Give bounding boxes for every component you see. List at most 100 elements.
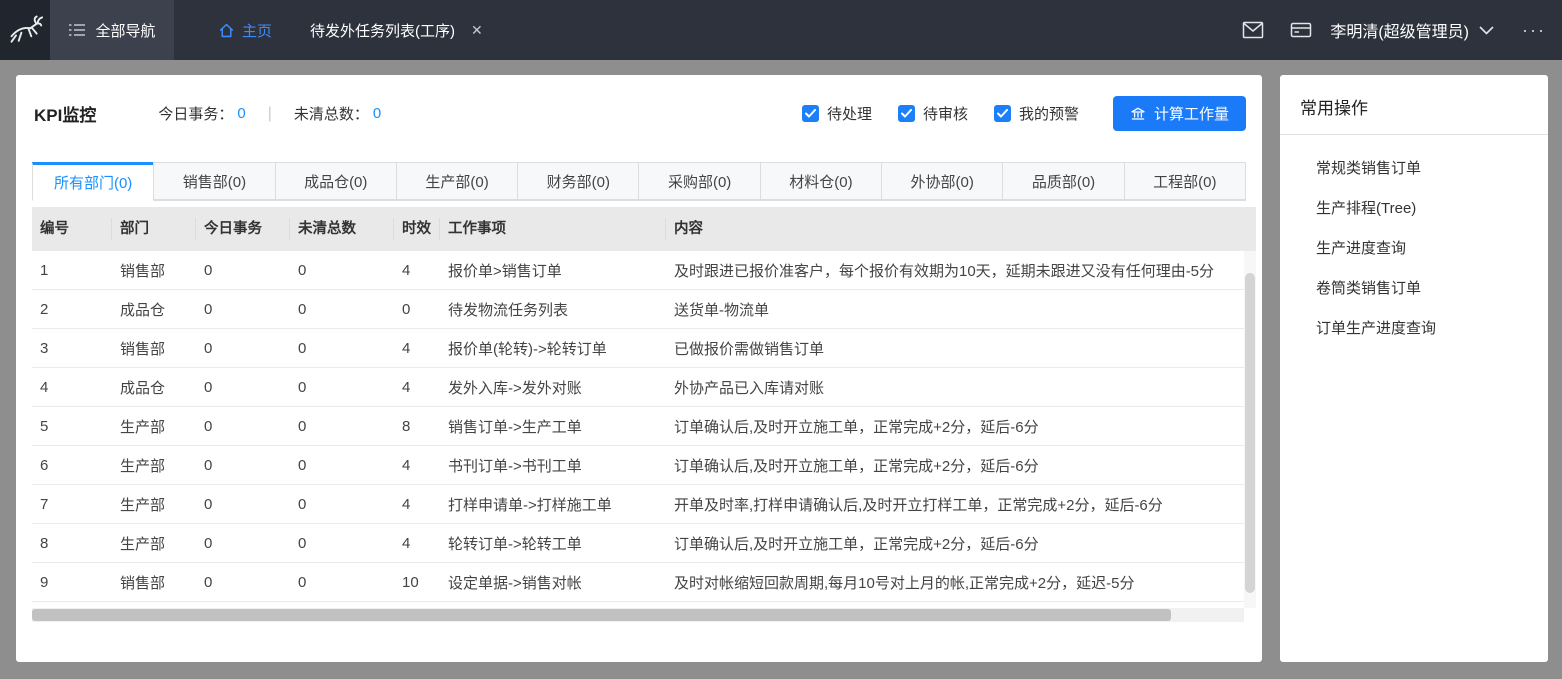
dept-tab-3[interactable]: 生产部(0) [396, 162, 518, 200]
cell: 销售订单->生产工单 [440, 416, 666, 437]
cell: 订单确认后,及时开立施工单，正常完成+2分，延后-6分 [666, 533, 1244, 554]
list-menu-icon [68, 22, 86, 38]
table-row-8[interactable]: 8生产部004轮转订单->轮转工单订单确认后,及时开立施工单，正常完成+2分，延… [32, 524, 1244, 563]
checkbox-checked-icon[interactable] [994, 105, 1011, 122]
topbar-right-group: 李明清(超级管理员) ··· [1236, 13, 1562, 47]
cell: 0 [196, 379, 290, 396]
cell: 及时跟进已报价准客户，每个报价有效期为10天，延期未跟进又没有任何理由-5分 [666, 260, 1244, 281]
kpi-filter-checkbox-1[interactable]: 待审核 [898, 103, 968, 124]
kpi-filter-label: 我的预警 [1019, 103, 1079, 124]
deer-logo-icon [7, 15, 43, 45]
mail-icon [1242, 21, 1264, 39]
column-header-3: 未清总数 [290, 218, 394, 240]
cell: 设定单据->销售对帐 [440, 572, 666, 593]
pending-total-value: 0 [373, 105, 381, 122]
table-horizontal-scrollbar[interactable] [32, 608, 1244, 622]
home-icon [218, 22, 235, 39]
cell: 2 [32, 301, 112, 318]
tab-pending-outsource-task-list[interactable]: 待发外任务列表(工序) ✕ [310, 20, 483, 41]
table-row-7[interactable]: 7生产部004打样申请单->打样施工单开单及时率,打样申请确认后,及时开立打样工… [32, 485, 1244, 524]
kpi-filter-checkbox-2[interactable]: 我的预警 [994, 103, 1079, 124]
tab-home[interactable]: 主页 [218, 20, 272, 41]
table-body: 1销售部004报价单>销售订单及时跟进已报价准客户，每个报价有效期为10天，延期… [32, 251, 1256, 608]
all-navigation-button[interactable]: 全部导航 [50, 0, 174, 60]
cell: 生产部 [112, 494, 196, 515]
cell: 报价单(轮转)->轮转订单 [440, 338, 666, 359]
kpi-filter-label: 待审核 [923, 103, 968, 124]
cell: 生产部 [112, 416, 196, 437]
today-transactions-value: 0 [237, 105, 245, 122]
cell: 生产部 [112, 455, 196, 476]
close-tab-icon[interactable]: ✕ [471, 22, 483, 39]
cell: 外协产品已入库请对账 [666, 377, 1244, 398]
cell: 已做报价需做销售订单 [666, 338, 1244, 359]
cell: 生产部 [112, 533, 196, 554]
cell: 待发物流任务列表 [440, 299, 666, 320]
table-row-9[interactable]: 9销售部0010设定单据->销售对帐及时对帐缩短回款周期,每月10号对上月的帐,… [32, 563, 1244, 602]
cell: 6 [32, 457, 112, 474]
horizontal-scrollbar-thumb[interactable] [32, 609, 1171, 621]
table-vertical-scrollbar[interactable] [1244, 251, 1256, 608]
dept-tab-1[interactable]: 销售部(0) [153, 162, 275, 200]
vertical-scrollbar-thumb[interactable] [1245, 273, 1255, 593]
cell: 0 [290, 496, 394, 513]
dept-tab-6[interactable]: 材料仓(0) [760, 162, 882, 200]
cell: 1 [32, 262, 112, 279]
quick-action-item-1[interactable]: 生产排程(Tree) [1316, 189, 1548, 229]
mail-button[interactable] [1236, 13, 1270, 47]
dept-tab-0[interactable]: 所有部门(0) [32, 162, 154, 201]
quick-action-item-3[interactable]: 卷筒类销售订单 [1316, 269, 1548, 309]
cell: 0 [196, 262, 290, 279]
cell: 0 [290, 418, 394, 435]
cell: 0 [290, 457, 394, 474]
more-options-button[interactable]: ··· [1522, 20, 1546, 41]
table-row-6[interactable]: 6生产部004书刊订单->书刊工单订单确认后,及时开立施工单，正常完成+2分，延… [32, 446, 1244, 485]
cell: 销售部 [112, 572, 196, 593]
bank-icon [1130, 106, 1146, 122]
pending-total-label: 未清总数： [294, 103, 369, 124]
table-row-5[interactable]: 5生产部008销售订单->生产工单订单确认后,及时开立施工单，正常完成+2分，延… [32, 407, 1244, 446]
quick-actions-title: 常用操作 [1280, 75, 1548, 135]
kpi-header-row: KPI监控 今日事务： 0 | 未清总数： 0 待处理待审核我的预警 计算工作 [16, 75, 1262, 162]
quick-actions-panel: 常用操作 常规类销售订单生产排程(Tree)生产进度查询卷筒类销售订单订单生产进… [1280, 75, 1548, 662]
cell: 0 [196, 574, 290, 591]
calculate-workload-button[interactable]: 计算工作量 [1113, 96, 1246, 131]
cell: 送货单-物流单 [666, 299, 1244, 320]
cell: 4 [394, 379, 440, 396]
quick-action-item-2[interactable]: 生产进度查询 [1316, 229, 1548, 269]
dept-tab-2[interactable]: 成品仓(0) [275, 162, 397, 200]
cell: 及时对帐缩短回款周期,每月10号对上月的帐,正常完成+2分，延迟-5分 [666, 572, 1244, 593]
cell: 销售部 [112, 260, 196, 281]
cell: 打样申请单->打样施工单 [440, 494, 666, 515]
card-button[interactable] [1284, 13, 1318, 47]
column-header-4: 时效 [394, 218, 440, 240]
checkbox-checked-icon[interactable] [802, 105, 819, 122]
all-navigation-label: 全部导航 [95, 20, 155, 41]
checkbox-checked-icon[interactable] [898, 105, 915, 122]
chevron-down-icon [1479, 26, 1494, 35]
dept-tab-5[interactable]: 采购部(0) [638, 162, 760, 200]
table-row-3[interactable]: 3销售部004报价单(轮转)->轮转订单已做报价需做销售订单 [32, 329, 1244, 368]
dept-tab-4[interactable]: 财务部(0) [517, 162, 639, 200]
cell: 成品仓 [112, 299, 196, 320]
cell: 0 [290, 340, 394, 357]
app-logo[interactable] [0, 0, 50, 60]
top-navbar: 全部导航 主页 待发外任务列表(工序) ✕ [0, 0, 1562, 60]
kpi-filter-group: 待处理 待审核 我的预警 [802, 103, 1079, 124]
dept-tab-7[interactable]: 外协部(0) [881, 162, 1003, 200]
table-row-2[interactable]: 2成品仓000待发物流任务列表送货单-物流单 [32, 290, 1244, 329]
table-rows-region: 1销售部004报价单>销售订单及时跟进已报价准客户，每个报价有效期为10天，延期… [32, 251, 1244, 608]
cell: 10 [394, 574, 440, 591]
table-row-4[interactable]: 4成品仓004发外入库->发外对账外协产品已入库请对账 [32, 368, 1244, 407]
kpi-filter-checkbox-0[interactable]: 待处理 [802, 103, 872, 124]
cell: 5 [32, 418, 112, 435]
pending-total-stat: 未清总数： 0 [294, 103, 381, 124]
quick-action-item-4[interactable]: 订单生产进度查询 [1316, 309, 1548, 349]
quick-action-item-0[interactable]: 常规类销售订单 [1316, 149, 1548, 189]
dept-tab-8[interactable]: 品质部(0) [1002, 162, 1124, 200]
user-menu[interactable]: 李明清(超级管理员) [1330, 18, 1494, 42]
table-header-row: 编号部门今日事务未清总数时效工作事项内容 [32, 207, 1256, 251]
table-row-1[interactable]: 1销售部004报价单>销售订单及时跟进已报价准客户，每个报价有效期为10天，延期… [32, 251, 1244, 290]
dept-tab-9[interactable]: 工程部(0) [1124, 162, 1246, 200]
cell: 0 [290, 262, 394, 279]
